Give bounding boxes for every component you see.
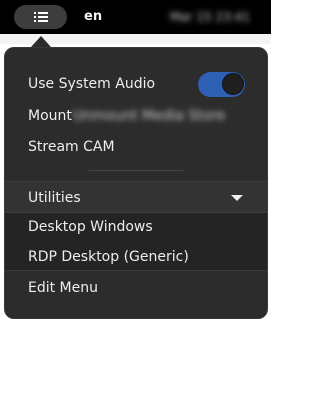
submenu-label: Utilities — [28, 190, 81, 206]
menu-pointer-arrow — [31, 36, 51, 47]
menu-item-desktop-windows[interactable]: Desktop Windows — [5, 218, 267, 236]
clock[interactable]: Mar 15 23:41 — [164, 4, 256, 30]
menu-item-label: Use System Audio — [28, 76, 156, 92]
top-bar: en Mar 15 23:41 — [0, 0, 271, 34]
system-audio-toggle[interactable] — [198, 72, 245, 97]
menu-item-mount[interactable]: MountUnmount Media Store — [5, 107, 267, 125]
blurred-text: Unmount Media Store — [72, 108, 226, 124]
menu-item-label: Mount — [28, 108, 72, 124]
menu-separator — [89, 170, 183, 171]
menu-item-label: Desktop Windows — [28, 219, 153, 235]
menu-list-icon — [33, 12, 48, 22]
activities-button[interactable] — [14, 5, 67, 29]
submenu-utilities-items: Desktop Windows RDP Desktop (Generic) — [5, 213, 267, 271]
chevron-down-icon — [231, 195, 243, 201]
menu-item-stream-cam[interactable]: Stream CAM — [5, 138, 267, 156]
menu-item-label: Edit Menu — [28, 280, 98, 296]
menu-item-rdp-desktop[interactable]: RDP Desktop (Generic) — [5, 248, 267, 266]
menu-item-label: RDP Desktop (Generic) — [28, 249, 189, 265]
submenu-utilities[interactable]: Utilities — [5, 181, 267, 213]
menu-item-edit-menu[interactable]: Edit Menu — [5, 279, 267, 297]
language-indicator[interactable]: en — [84, 8, 102, 26]
toggle-knob — [222, 73, 244, 95]
menu-item-label: Stream CAM — [28, 139, 115, 155]
app-menu-popup: Use System Audio MountUnmount Media Stor… — [4, 47, 268, 319]
